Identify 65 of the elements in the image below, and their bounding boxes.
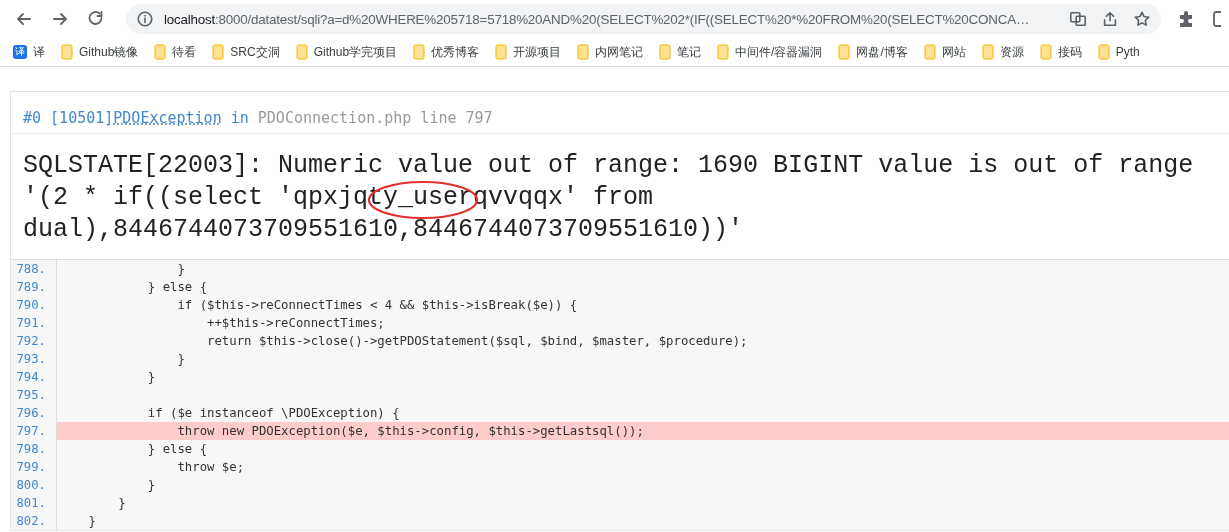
exception-heading: #0 [10501]PDOException in PDOConnection.php line 797 (11, 92, 1229, 134)
bookmark[interactable]: 开源项目 (488, 43, 571, 61)
line-number: 799. (11, 458, 57, 476)
folder-icon (295, 44, 308, 60)
folder-icon (923, 44, 936, 60)
code-line: if ($e instanceof \PDOException) { (146, 405, 401, 422)
code-line: throw $e; (176, 459, 246, 476)
code-line: ++$this->reConnectTimes; (206, 315, 386, 332)
line-number: 788. (11, 260, 57, 278)
code-line: } else { (146, 279, 209, 296)
bookmark[interactable]: 网站 (916, 43, 975, 61)
folder-icon (495, 44, 508, 60)
folder-icon (659, 44, 672, 60)
code-line: if ($this->reConnectTimes < 4 && $this->isBreak($e)) { (176, 297, 579, 314)
code-line: } (117, 495, 127, 512)
folder-icon (717, 44, 730, 60)
line-number: 802. (11, 512, 57, 530)
code-line: } (176, 261, 186, 278)
side-panel-icon[interactable] (1213, 9, 1221, 29)
line-number: 794. (11, 368, 57, 386)
bookmark[interactable]: Github学完项目 (288, 43, 407, 61)
code-line: return $this->close()->getPDOStatement($sql, $bind, $master, $procedure); (206, 333, 749, 350)
folder-icon (154, 44, 167, 60)
folder-icon (1039, 44, 1052, 60)
line-number: 792. (11, 332, 57, 350)
folder-icon (61, 44, 73, 60)
url-text: localhost:8000/datatest/sqli?a=d%20WHERE%205718=5718%20AND%20(SELECT%202*(IF((SELECT%20*%20FROM%20(SELECT%20CONCA… (164, 11, 1031, 27)
line-number: 800. (11, 476, 57, 494)
bookmark[interactable]: Github镜像 (54, 43, 148, 61)
folder-icon (981, 44, 994, 60)
code-line: } (87, 513, 98, 530)
folder-icon (838, 44, 851, 60)
line-number: 793. (11, 350, 57, 368)
line-number: 796. (11, 404, 57, 422)
code-line: } else { (146, 441, 209, 458)
line-number: 789. (11, 278, 57, 296)
line-number: 798. (11, 440, 57, 458)
info-icon[interactable] (136, 10, 154, 28)
share-icon[interactable] (1101, 10, 1119, 28)
star-icon[interactable] (1133, 10, 1151, 28)
exception-link[interactable]: PDOException (113, 109, 222, 127)
bookmark[interactable]: SRC交洞 (205, 43, 289, 61)
bookmark[interactable]: 接码 (1032, 43, 1091, 61)
folder-icon (577, 44, 590, 60)
line-number: 791. (11, 314, 57, 332)
code-line: } (176, 351, 186, 368)
line-number: 795. (11, 386, 57, 404)
address-bar[interactable]: localhost:8000/datatest/sqli?a=d%20WHERE%205718=5718%20AND%20(SELECT%202*(IF((SELECT%20*%20FROM%20(SELECT%20CONCA… (126, 4, 1161, 34)
bookmark[interactable]: 译 译 (6, 43, 54, 61)
translate-icon[interactable] (1069, 10, 1087, 28)
folder-icon (212, 44, 225, 60)
bookmark[interactable]: 资源 (974, 43, 1033, 61)
folder-icon (413, 44, 426, 60)
bookmark[interactable]: Pyth (1090, 44, 1149, 60)
bookmark[interactable]: 笔记 (652, 43, 711, 61)
bookmark[interactable]: 待看 (147, 43, 206, 61)
line-number: 790. (11, 296, 57, 314)
bookmark[interactable]: 内网笔记 (570, 43, 653, 61)
bookmark[interactable]: 网盘/博客 (831, 43, 917, 61)
bookmark[interactable]: 优秀博客 (406, 43, 489, 61)
code-line: } (146, 477, 157, 494)
line-number: 801. (11, 494, 57, 512)
code-line: } (146, 369, 157, 386)
bookmark[interactable]: 中间件/容器漏洞 (710, 43, 832, 61)
folder-icon (1097, 44, 1110, 60)
